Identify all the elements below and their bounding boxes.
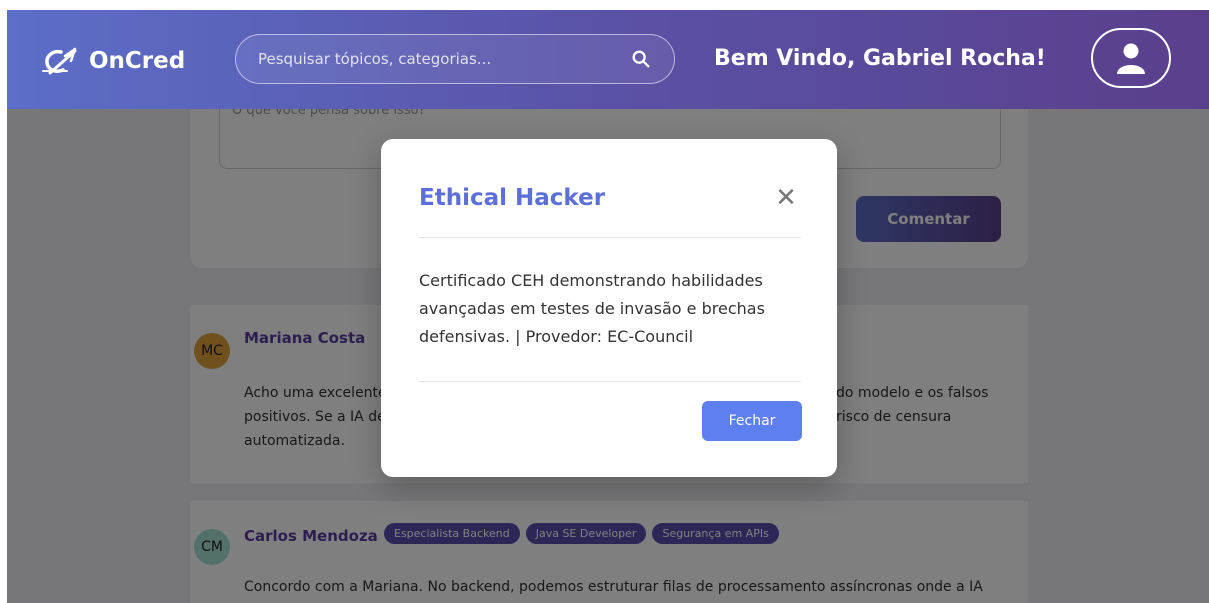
modal-title: Ethical Hacker [419, 185, 606, 211]
modal-divider [419, 381, 801, 382]
top-header: OnCred Bem Vindo, Gabriel Rocha! [7, 10, 1209, 109]
search-input[interactable] [258, 50, 630, 68]
certificate-modal: Ethical Hacker ✕ Certificado CEH demonst… [381, 139, 837, 477]
user-menu-button[interactable] [1091, 28, 1171, 88]
welcome-message: Bem Vindo, Gabriel Rocha! [714, 46, 1046, 71]
close-icon[interactable]: ✕ [773, 185, 799, 211]
brand-logo[interactable]: OnCred [41, 44, 185, 78]
close-modal-button[interactable]: Fechar [702, 401, 802, 441]
modal-divider [419, 237, 801, 238]
modal-description: Certificado CEH demonstrando habilidades… [419, 271, 765, 346]
search-icon[interactable] [630, 48, 652, 70]
app-stage: O que você pensa sobre isso? Comentar MC… [7, 10, 1209, 603]
brand-name: OnCred [89, 48, 186, 74]
user-avatar-icon [1117, 43, 1145, 74]
search-bar[interactable] [235, 34, 675, 84]
logo-icon [42, 47, 77, 75]
